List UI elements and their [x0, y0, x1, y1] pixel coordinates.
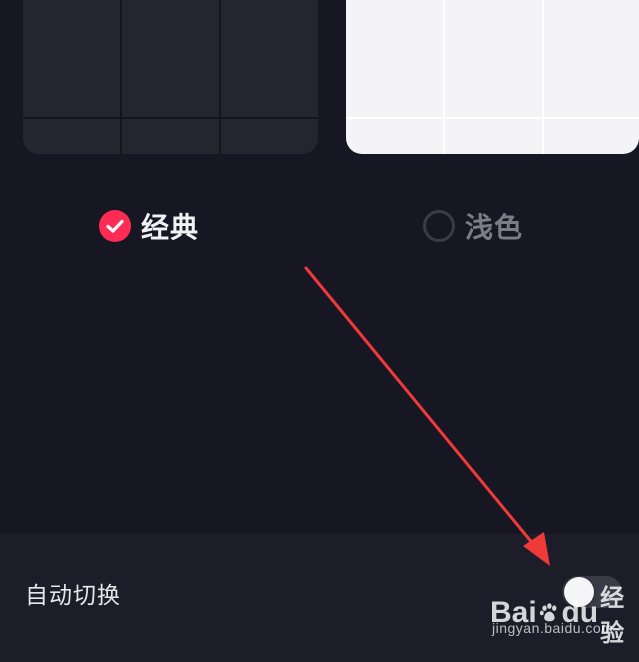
theme-option-light[interactable]: 浅色	[423, 206, 523, 246]
preview-grid-line	[542, 0, 544, 154]
watermark-brand: Bai du 经验	[490, 578, 633, 648]
arrow-shaft	[304, 266, 540, 552]
preview-grid-line	[443, 0, 445, 154]
auto-switch-label: 自动切换	[25, 583, 121, 609]
preview-grid-line	[346, 117, 639, 119]
theme-option-light-label: 浅色	[465, 211, 524, 244]
light-theme-preview[interactable]	[346, 0, 639, 154]
baidu-jingyan-watermark: Bai du 经验 jingyan.baidu.com	[490, 578, 630, 648]
theme-settings-screen: 经典 浅色 自动切换 Bai du 经验 jingyan.baidu.com	[0, 0, 639, 662]
check-circle-icon	[99, 210, 131, 242]
theme-option-classic[interactable]: 经典	[99, 206, 199, 246]
theme-option-classic-label: 经典	[141, 211, 200, 244]
watermark-brand-suffix: 经验	[600, 584, 625, 647]
watermark-url: jingyan.baidu.com	[492, 620, 614, 636]
preview-grid-line	[120, 0, 122, 154]
preview-grid-line	[23, 117, 318, 119]
checkmark-icon	[106, 219, 124, 233]
preview-grid-line	[219, 0, 221, 154]
radio-unchecked-icon	[423, 210, 455, 242]
classic-theme-preview[interactable]	[23, 0, 318, 154]
